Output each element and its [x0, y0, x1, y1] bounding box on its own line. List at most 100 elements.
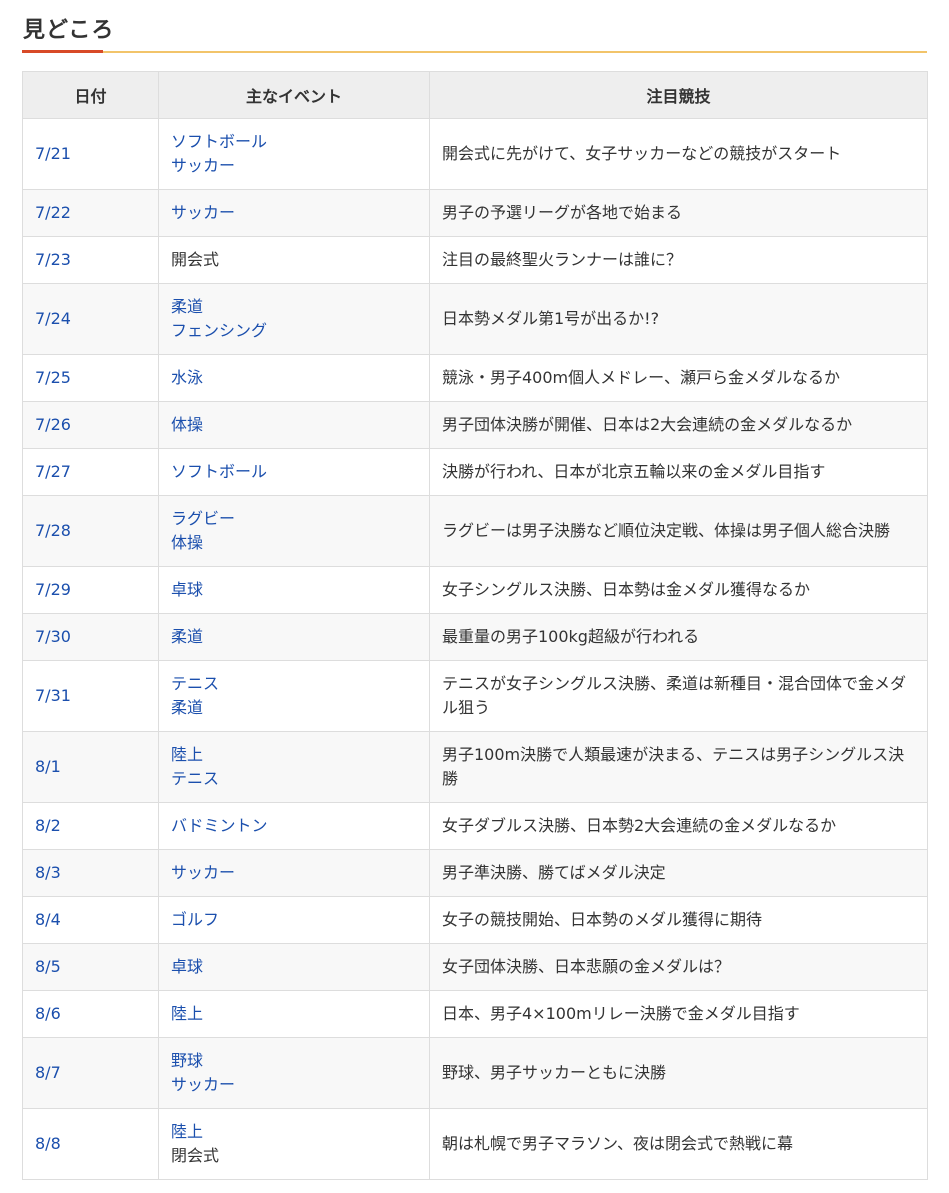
event-link[interactable]: 体操: [171, 413, 417, 437]
events-cell: 卓球: [158, 566, 430, 614]
highlight-cell: 女子ダブルス決勝、日本勢2大会連続の金メダルなるか: [429, 802, 928, 850]
highlight-cell: 決勝が行われ、日本が北京五輪以来の金メダル目指す: [429, 448, 928, 496]
table-row: 8/4 ゴルフ 女子の競技開始、日本勢のメダル獲得に期待: [22, 896, 928, 944]
date-cell: 8/4: [22, 896, 159, 944]
date-link[interactable]: 7/29: [35, 580, 71, 599]
events-cell: 開会式: [158, 236, 430, 284]
date-link[interactable]: 7/23: [35, 250, 71, 269]
date-cell: 8/3: [22, 849, 159, 897]
date-link[interactable]: 7/31: [35, 686, 71, 705]
date-link[interactable]: 8/1: [35, 757, 61, 776]
events-cell: 水泳: [158, 354, 430, 402]
table-row: 7/31 テニス 柔道 テニスが女子シングルス決勝、柔道は新種目・混合団体で金メダル狙…: [22, 660, 928, 732]
date-link[interactable]: 7/27: [35, 462, 71, 481]
column-header-highlight: 注目競技: [429, 71, 928, 119]
date-cell: 8/5: [22, 943, 159, 991]
section-title: 見どころ: [23, 18, 115, 43]
date-cell: 7/24: [22, 283, 159, 355]
highlight-cell: 日本勢メダル第1号が出るか!?: [429, 283, 928, 355]
event-link[interactable]: 柔道: [171, 625, 417, 649]
event-link[interactable]: 陸上: [171, 1120, 417, 1144]
date-cell: 7/29: [22, 566, 159, 614]
highlight-cell: 野球、男子サッカーともに決勝: [429, 1037, 928, 1109]
events-cell: 体操: [158, 401, 430, 449]
events-cell: 卓球: [158, 943, 430, 991]
event-link[interactable]: サッカー: [171, 154, 417, 178]
event-link[interactable]: 柔道: [171, 295, 417, 319]
date-link[interactable]: 7/26: [35, 415, 71, 434]
events-cell: 柔道: [158, 613, 430, 661]
date-link[interactable]: 8/5: [35, 957, 61, 976]
event-link[interactable]: サッカー: [171, 1073, 417, 1097]
date-link[interactable]: 8/6: [35, 1004, 61, 1023]
date-link[interactable]: 7/21: [35, 144, 71, 163]
date-link[interactable]: 8/3: [35, 863, 61, 882]
date-cell: 8/6: [22, 990, 159, 1038]
date-cell: 7/22: [22, 189, 159, 237]
date-link[interactable]: 7/30: [35, 627, 71, 646]
event-link[interactable]: サッカー: [171, 861, 417, 885]
event-label: 開会式: [171, 250, 220, 269]
table-row: 8/8 陸上 閉会式 朝は札幌で男子マラソン、夜は閉会式で熱戦に幕: [22, 1108, 928, 1180]
date-link[interactable]: 7/28: [35, 521, 71, 540]
highlight-cell: 注目の最終聖火ランナーは誰に？: [429, 236, 928, 284]
table-row: 7/23 開会式 注目の最終聖火ランナーは誰に？: [22, 236, 928, 284]
date-link[interactable]: 7/22: [35, 203, 71, 222]
date-link[interactable]: 7/24: [35, 309, 71, 328]
event-link[interactable]: 卓球: [171, 955, 417, 979]
highlight-cell: 女子の競技開始、日本勢のメダル獲得に期待: [429, 896, 928, 944]
table-row: 8/2 バドミントン 女子ダブルス決勝、日本勢2大会連続の金メダルなるか: [22, 802, 928, 850]
event-link[interactable]: 水泳: [171, 366, 417, 390]
event-link[interactable]: ゴルフ: [171, 908, 417, 932]
date-link[interactable]: 8/7: [35, 1063, 61, 1082]
event-link[interactable]: テニス: [171, 672, 417, 696]
event-link[interactable]: サッカー: [171, 201, 417, 225]
event-link[interactable]: 卓球: [171, 578, 417, 602]
date-cell: 7/27: [22, 448, 159, 496]
highlight-cell: 最重量の男子100kg超級が行われる: [429, 613, 928, 661]
date-link[interactable]: 8/2: [35, 816, 61, 835]
event-link[interactable]: フェンシング: [171, 319, 417, 343]
date-link[interactable]: 7/25: [35, 368, 71, 387]
date-cell: 7/23: [22, 236, 159, 284]
schedule-table: 日付 主なイベント 注目競技 7/21 ソフトボール サッカー 開会式に先がけて、女子…: [22, 71, 928, 1180]
event-link[interactable]: 陸上: [171, 1002, 417, 1026]
event-link[interactable]: テニス: [171, 767, 417, 791]
highlight-cell: 男子100m決勝で人類最速が決まる、テニスは男子シングルス決勝: [429, 731, 928, 803]
table-row: 8/6 陸上 日本、男子4×100mリレー決勝で金メダル目指す: [22, 990, 928, 1038]
table-row: 7/27 ソフトボール 決勝が行われ、日本が北京五輪以来の金メダル目指す: [22, 448, 928, 496]
event-link[interactable]: 野球: [171, 1049, 417, 1073]
highlight-cell: 日本、男子4×100mリレー決勝で金メダル目指す: [429, 990, 928, 1038]
date-link[interactable]: 8/4: [35, 910, 61, 929]
heading-underline: [22, 51, 927, 53]
table-row: 8/3 サッカー 男子準決勝、勝てばメダル決定: [22, 849, 928, 897]
table-row: 7/28 ラグビー 体操 ラグビーは男子決勝など順位決定戦、体操は男子個人総合決勝: [22, 495, 928, 567]
highlight-cell: 男子準決勝、勝てばメダル決定: [429, 849, 928, 897]
table-row: 8/1 陸上 テニス 男子100m決勝で人類最速が決まる、テニスは男子シングルス決勝: [22, 731, 928, 803]
date-cell: 7/30: [22, 613, 159, 661]
table-row: 7/22 サッカー 男子の予選リーグが各地で始まる: [22, 189, 928, 237]
highlight-cell: 開会式に先がけて、女子サッカーなどの競技がスタート: [429, 118, 928, 190]
table-row: 8/7 野球 サッカー 野球、男子サッカーともに決勝: [22, 1037, 928, 1109]
events-cell: 野球 サッカー: [158, 1037, 430, 1109]
table-row: 7/25 水泳 競泳・男子400m個人メドレー、瀬戸ら金メダルなるか: [22, 354, 928, 402]
event-link[interactable]: 柔道: [171, 696, 417, 720]
highlight-cell: 男子団体決勝が開催、日本は2大会連続の金メダルなるか: [429, 401, 928, 449]
column-header-events: 主なイベント: [158, 71, 430, 119]
event-link[interactable]: バドミントン: [171, 814, 417, 838]
event-link[interactable]: ソフトボール: [171, 130, 417, 154]
event-link[interactable]: 体操: [171, 531, 417, 555]
events-cell: ゴルフ: [158, 896, 430, 944]
date-link[interactable]: 8/8: [35, 1134, 61, 1153]
event-link[interactable]: ラグビー: [171, 507, 417, 531]
events-cell: サッカー: [158, 849, 430, 897]
highlight-cell: ラグビーは男子決勝など順位決定戦、体操は男子個人総合決勝: [429, 495, 928, 567]
highlight-cell: 女子シングルス決勝、日本勢は金メダル獲得なるか: [429, 566, 928, 614]
table-body: 7/21 ソフトボール サッカー 開会式に先がけて、女子サッカーなどの競技がスタート 7…: [22, 118, 928, 1180]
events-cell: サッカー: [158, 189, 430, 237]
event-link[interactable]: 陸上: [171, 743, 417, 767]
section-heading: 見どころ: [22, 0, 927, 53]
event-link[interactable]: ソフトボール: [171, 460, 417, 484]
table-header-row: 日付 主なイベント 注目競技: [22, 71, 928, 119]
table-row: 7/30 柔道 最重量の男子100kg超級が行われる: [22, 613, 928, 661]
